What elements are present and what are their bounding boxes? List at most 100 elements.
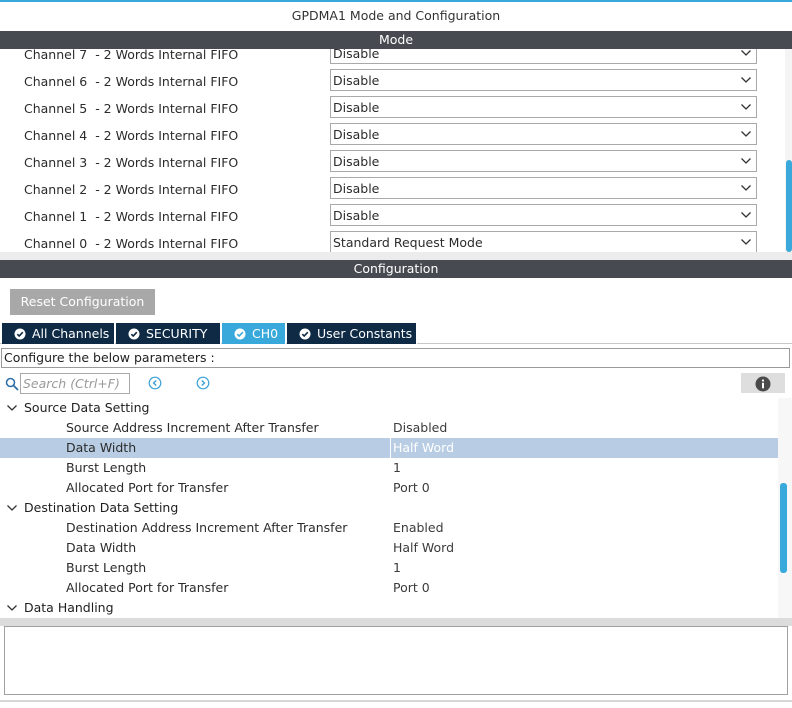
chevron-down-icon[interactable] — [6, 403, 18, 413]
window-title: GPDMA1 Mode and Configuration — [291, 8, 501, 23]
column-divider — [390, 438, 391, 458]
channel-mode-value: Disable — [333, 100, 380, 115]
tab-security[interactable]: SECURITY — [116, 323, 221, 344]
search-next-icon[interactable] — [196, 376, 210, 390]
parameter-value[interactable]: Port 0 — [393, 578, 430, 598]
parameter-label: Data Width — [66, 440, 137, 455]
table-row[interactable]: Data Width Half Word — [0, 538, 778, 558]
mode-panel: Channel 7 - 2 Words Internal FIFO Disable… — [0, 49, 792, 252]
reset-configuration-button[interactable]: Reset Configuration — [10, 289, 155, 315]
channel-label: Channel 6 - 2 Words Internal FIFO — [24, 74, 239, 89]
mode-section-header: Mode — [0, 31, 792, 49]
channel-mode-value: Disable — [333, 181, 380, 196]
tree-group-row[interactable]: Destination Data Setting — [0, 498, 778, 518]
search-input[interactable] — [20, 373, 130, 394]
tree-group-row[interactable]: Source Data Setting — [0, 398, 778, 418]
parameter-label: Allocated Port for Transfer — [66, 480, 229, 495]
mode-row: Channel 1 - 2 Words Internal FIFO Disable — [0, 204, 785, 231]
parameter-label: Burst Length — [66, 460, 147, 475]
configuration-tabs: All Channels SECURITY CH0 User Constants — [0, 323, 792, 344]
parameter-value[interactable]: Half Word — [393, 438, 454, 458]
search-toolbar — [0, 372, 792, 396]
search-previous-icon[interactable] — [148, 376, 162, 390]
configuration-section-header: Configuration — [0, 260, 792, 278]
channel-mode-select[interactable]: Disable — [330, 49, 757, 64]
chevron-down-icon — [741, 104, 751, 110]
channel-mode-select[interactable]: Disable — [330, 123, 757, 145]
chevron-down-icon — [741, 212, 751, 218]
channel-mode-select[interactable]: Standard Request Mode — [330, 231, 757, 252]
parameter-value[interactable]: 1 — [393, 458, 401, 478]
chevron-down-icon — [741, 131, 751, 137]
parameter-value[interactable]: Enabled — [393, 518, 444, 538]
tab-label: CH0 — [252, 326, 279, 341]
channel-mode-value: Disable — [333, 73, 380, 88]
channel-label: Channel 1 - 2 Words Internal FIFO — [24, 209, 239, 224]
channel-label: Channel 2 - 2 Words Internal FIFO — [24, 182, 239, 197]
info-icon — [755, 376, 771, 392]
parameter-value[interactable]: 1 — [393, 558, 401, 578]
tab-ch0[interactable]: CH0 — [222, 323, 286, 344]
channel-label: Channel 7 - 2 Words Internal FIFO — [24, 49, 239, 62]
table-row[interactable]: Source Address Increment After Transfer D… — [0, 418, 778, 438]
mode-row: Channel 3 - 2 Words Internal FIFO Disable — [0, 150, 785, 177]
table-row[interactable]: Burst Length 1 — [0, 558, 778, 578]
mode-scrollbar-thumb[interactable] — [786, 160, 792, 252]
info-button[interactable] — [741, 373, 785, 393]
channel-mode-value: Disable — [333, 154, 380, 169]
mode-row: Channel 2 - 2 Words Internal FIFO Disable — [0, 177, 785, 204]
channel-mode-select[interactable]: Disable — [330, 96, 757, 118]
mode-row: Channel 5 - 2 Words Internal FIFO Disable — [0, 96, 785, 123]
tree-group-row[interactable]: Data Handling — [0, 598, 778, 618]
parameter-label: Destination Address Increment After Tran… — [66, 520, 348, 535]
tab-all-channels[interactable]: All Channels — [2, 323, 115, 344]
channel-mode-select[interactable]: Disable — [330, 150, 757, 172]
channel-mode-value: Disable — [333, 208, 380, 223]
channel-mode-value: Standard Request Mode — [333, 235, 483, 250]
panel-splitter[interactable] — [0, 252, 792, 260]
parameter-value[interactable]: Port 0 — [393, 478, 430, 498]
table-row[interactable]: Destination Address Increment After Tran… — [0, 518, 778, 538]
parameter-label: Allocated Port for Transfer — [66, 580, 229, 595]
chevron-down-icon — [741, 239, 751, 245]
channel-label: Channel 3 - 2 Words Internal FIFO — [24, 155, 239, 170]
tab-user-constants[interactable]: User Constants — [287, 323, 417, 344]
chevron-down-icon — [741, 158, 751, 164]
parameters-caption: Configure the below parameters : — [1, 348, 790, 368]
parameter-value[interactable]: Half Word — [393, 538, 454, 558]
check-circle-icon — [14, 328, 26, 340]
channel-mode-select[interactable]: Disable — [330, 177, 757, 199]
table-row[interactable]: Allocated Port for Transfer Port 0 — [0, 578, 778, 598]
channel-mode-select[interactable]: Disable — [330, 69, 757, 91]
channel-label: Channel 4 - 2 Words Internal FIFO — [24, 128, 239, 143]
table-row[interactable]: Allocated Port for Transfer Port 0 — [0, 478, 778, 498]
mode-row: Channel 4 - 2 Words Internal FIFO Disable — [0, 123, 785, 150]
table-row[interactable]: Data Width Half Word — [0, 438, 778, 458]
chevron-down-icon — [741, 50, 751, 56]
group-label: Data Handling — [24, 600, 114, 615]
parameter-tree: Source Data Setting Source Address Increm… — [0, 398, 778, 618]
parameter-scrollbar-thumb[interactable] — [780, 483, 787, 573]
check-circle-icon — [299, 328, 311, 340]
group-label: Destination Data Setting — [24, 500, 179, 515]
chevron-down-icon[interactable] — [6, 503, 18, 513]
search-icon — [5, 377, 19, 391]
parameter-label: Data Width — [66, 540, 137, 555]
mode-row: Channel 7 - 2 Words Internal FIFO Disable — [0, 49, 785, 69]
mode-row: Channel 6 - 2 Words Internal FIFO Disable — [0, 69, 785, 96]
chevron-down-icon — [741, 185, 751, 191]
table-row[interactable]: Burst Length 1 — [0, 458, 778, 478]
mode-row: Channel 0 - 2 Words Internal FIFO Standar… — [0, 231, 785, 252]
channel-mode-value: Disable — [333, 49, 380, 61]
description-splitter[interactable] — [0, 618, 792, 626]
parameter-label: Source Address Increment After Transfer — [66, 420, 319, 435]
parameter-value[interactable]: Disabled — [393, 418, 447, 438]
chevron-down-icon — [741, 77, 751, 83]
chevron-down-icon[interactable] — [6, 603, 18, 613]
check-circle-icon — [234, 328, 246, 340]
group-label: Source Data Setting — [24, 400, 150, 415]
channel-mode-select[interactable]: Disable — [330, 204, 757, 226]
channel-mode-value: Disable — [333, 127, 380, 142]
tab-label: User Constants — [317, 326, 413, 341]
tab-label: SECURITY — [146, 326, 208, 341]
